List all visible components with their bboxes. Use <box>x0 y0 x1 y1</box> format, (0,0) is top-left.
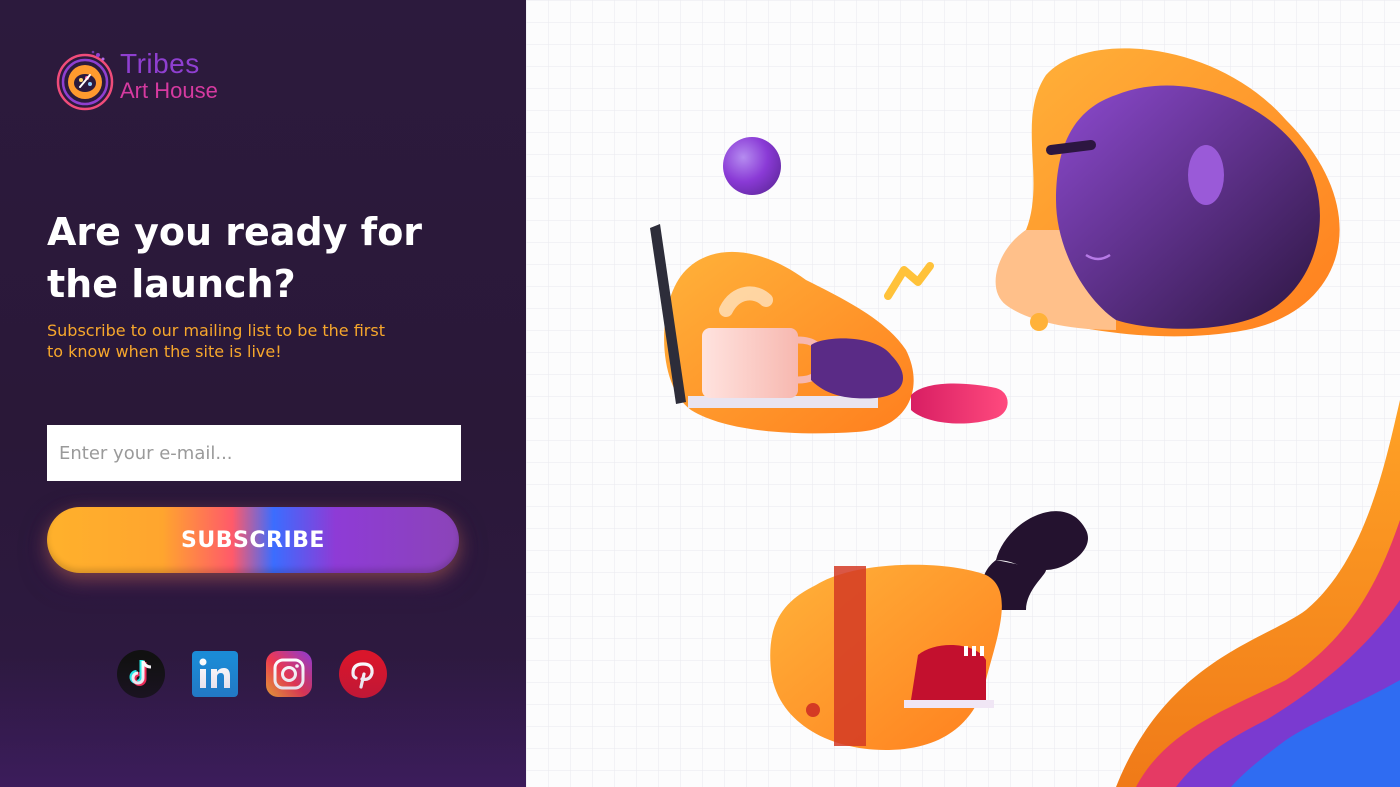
linkedin-icon[interactable] <box>190 649 240 699</box>
palette-logo-icon <box>56 50 114 111</box>
page-title: Are you ready for the launch? <box>47 210 423 306</box>
logo[interactable]: Tribes Art House <box>52 46 252 116</box>
social-links <box>116 649 388 701</box>
brand-name: Tribes <box>120 48 200 79</box>
subscribe-button[interactable]: SUBSCRIBE <box>47 507 459 573</box>
illustration-area <box>526 0 1400 787</box>
brand-subname: Art House <box>120 78 218 103</box>
left-panel: Tribes Art House Are you ready for the l… <box>0 0 526 787</box>
email-field[interactable] <box>47 425 461 481</box>
subtitle-text: Subscribe to our mailing list to be the … <box>47 321 385 361</box>
tiktok-icon[interactable] <box>116 649 166 699</box>
launch-illustration <box>526 0 1400 787</box>
instagram-icon[interactable] <box>264 649 314 699</box>
pinterest-icon[interactable] <box>338 649 388 699</box>
